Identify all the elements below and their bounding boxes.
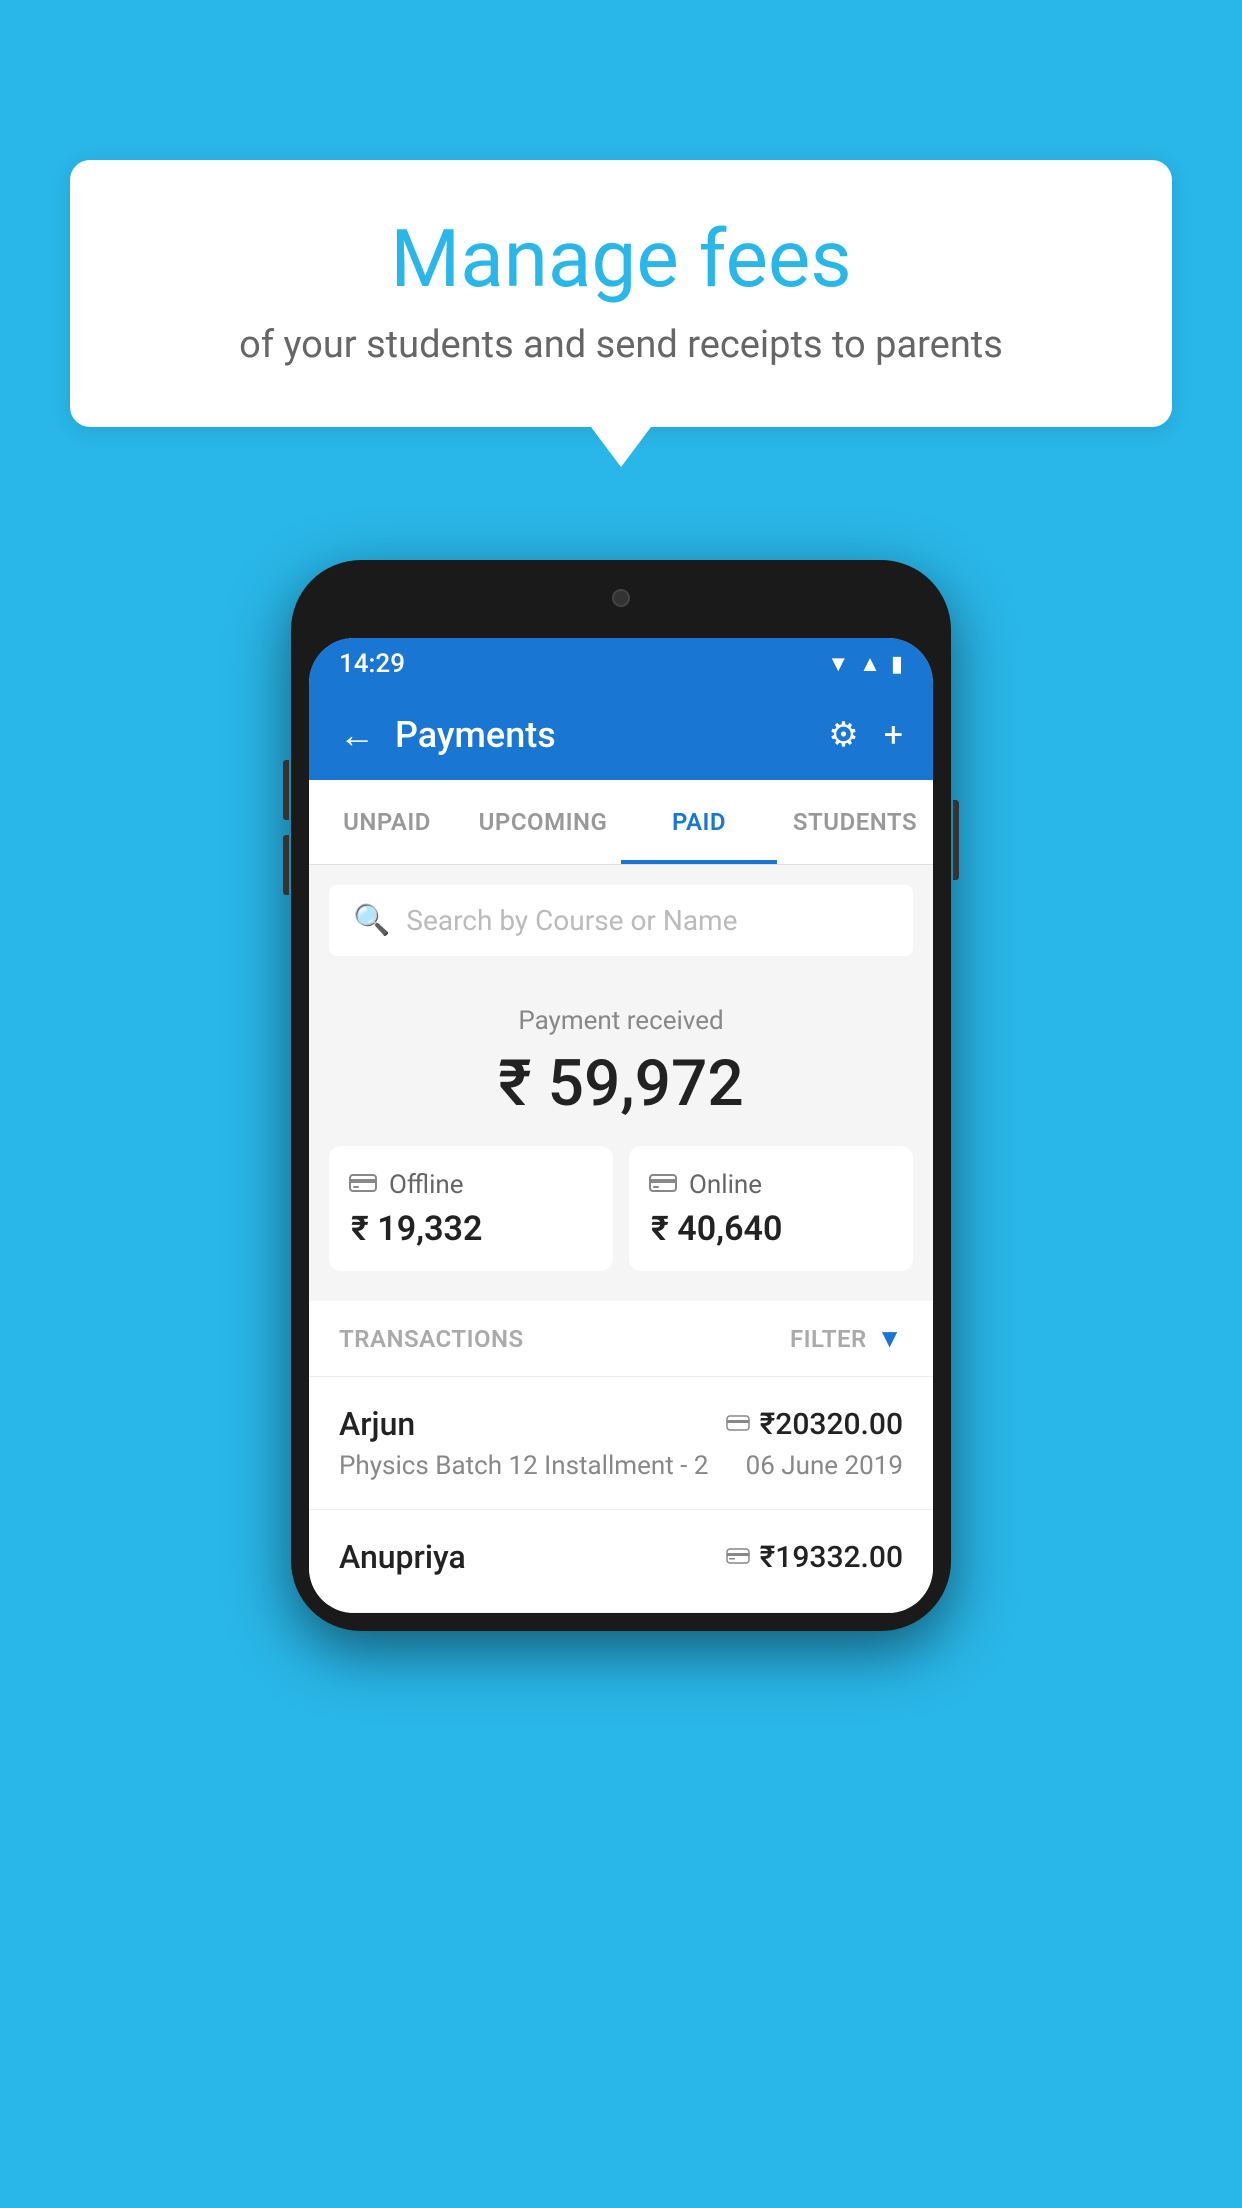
- tab-students[interactable]: STUDENTS: [777, 780, 933, 864]
- transaction-name: Anupriya: [339, 1538, 466, 1576]
- app-bar-title: Payments: [395, 714, 828, 756]
- speech-bubble: Manage fees of your students and send re…: [70, 160, 1172, 427]
- phone-screen: 14:29 ▼ ▲ ▮ ← Payments ⚙ +: [309, 638, 933, 1613]
- phone-notch: [581, 578, 661, 618]
- transaction-amount: ₹19332.00: [760, 1540, 903, 1575]
- filter-icon: ▼: [877, 1323, 903, 1354]
- table-row[interactable]: Anupriya ₹19332.00: [309, 1510, 933, 1613]
- transactions-header: TRANSACTIONS FILTER ▼: [309, 1301, 933, 1377]
- transaction-name: Arjun: [339, 1405, 415, 1443]
- speech-bubble-section: Manage fees of your students and send re…: [70, 160, 1172, 467]
- offline-amount: ₹ 19,332: [349, 1209, 482, 1249]
- status-time: 14:29: [339, 649, 405, 679]
- payment-total: ₹ 59,972: [329, 1046, 913, 1121]
- online-label: Online: [689, 1170, 762, 1200]
- transaction-row-top: Anupriya ₹19332.00: [339, 1538, 903, 1576]
- transaction-date: 06 June 2019: [746, 1451, 903, 1481]
- speech-bubble-tail: [591, 427, 651, 467]
- app-bar-actions: ⚙ +: [828, 715, 903, 755]
- status-bar: 14:29 ▼ ▲ ▮: [309, 638, 933, 690]
- phone-top-bar: [309, 578, 933, 638]
- volume-up-button: [283, 760, 289, 820]
- online-amount: ₹ 40,640: [649, 1209, 782, 1249]
- transactions-label: TRANSACTIONS: [339, 1325, 524, 1353]
- offline-payment-icon: [726, 1543, 750, 1571]
- online-card-header: Online: [649, 1168, 762, 1201]
- search-placeholder: Search by Course or Name: [406, 904, 737, 937]
- payment-received-label: Payment received: [329, 1006, 913, 1036]
- online-icon: [649, 1168, 677, 1201]
- bubble-subtitle: of your students and send receipts to pa…: [130, 323, 1112, 367]
- app-bar: ← Payments ⚙ +: [309, 690, 933, 780]
- transaction-row-top: Arjun ₹20320.00: [339, 1405, 903, 1443]
- tab-unpaid[interactable]: UNPAID: [309, 780, 465, 864]
- tab-upcoming[interactable]: UPCOMING: [465, 780, 621, 864]
- phone-frame: 14:29 ▼ ▲ ▮ ← Payments ⚙ +: [291, 560, 951, 1631]
- battery-icon: ▮: [891, 652, 903, 677]
- tab-paid[interactable]: PAID: [621, 780, 777, 864]
- transaction-amount: ₹20320.00: [760, 1407, 903, 1442]
- transaction-amount-wrap: ₹19332.00: [726, 1540, 903, 1575]
- transaction-row-bottom: Physics Batch 12 Installment - 2 06 June…: [339, 1451, 903, 1481]
- back-button[interactable]: ←: [339, 714, 375, 756]
- search-container: 🔍 Search by Course or Name: [309, 865, 933, 976]
- table-row[interactable]: Arjun ₹20320.00 Physics: [309, 1377, 933, 1510]
- search-icon: 🔍: [353, 903, 390, 938]
- filter-button[interactable]: FILTER ▼: [790, 1323, 903, 1354]
- offline-payment-card: Offline ₹ 19,332: [329, 1146, 613, 1271]
- status-icons: ▼ ▲ ▮: [827, 651, 903, 677]
- transaction-course: Physics Batch 12 Installment - 2: [339, 1451, 708, 1481]
- search-box[interactable]: 🔍 Search by Course or Name: [329, 885, 913, 956]
- tabs-bar: UNPAID UPCOMING PAID STUDENTS: [309, 780, 933, 865]
- offline-icon: [349, 1168, 377, 1201]
- wifi-icon: ▼: [827, 651, 849, 677]
- payment-cards: Offline ₹ 19,332: [329, 1146, 913, 1271]
- filter-label: FILTER: [790, 1325, 867, 1353]
- online-payment-icon: [726, 1410, 750, 1438]
- payment-summary: Payment received ₹ 59,972: [309, 976, 933, 1301]
- offline-label: Offline: [389, 1170, 464, 1200]
- online-payment-card: Online ₹ 40,640: [629, 1146, 913, 1271]
- phone-device: 14:29 ▼ ▲ ▮ ← Payments ⚙ +: [291, 560, 951, 1631]
- offline-card-header: Offline: [349, 1168, 464, 1201]
- front-camera: [612, 589, 630, 607]
- transaction-amount-wrap: ₹20320.00: [726, 1407, 903, 1442]
- signal-icon: ▲: [859, 651, 881, 677]
- bubble-title: Manage fees: [130, 215, 1112, 303]
- settings-button[interactable]: ⚙: [828, 715, 858, 755]
- volume-down-button: [283, 835, 289, 895]
- power-button: [953, 800, 959, 880]
- add-button[interactable]: +: [884, 715, 903, 755]
